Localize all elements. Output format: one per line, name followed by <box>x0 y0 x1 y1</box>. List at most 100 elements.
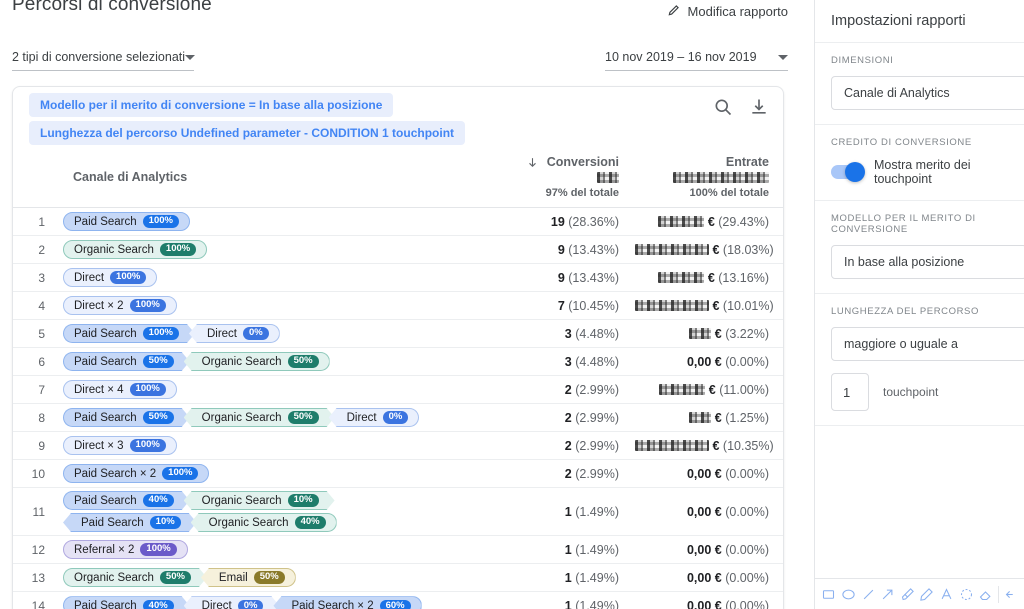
path-step[interactable]: Referral × 2 100% <box>63 540 188 559</box>
row-index: 1 <box>38 214 45 229</box>
table-row[interactable]: 11 Paid Search 40% Organic Search 10% Paid Se… <box>13 488 783 536</box>
arrow-icon[interactable] <box>880 587 895 602</box>
table-row[interactable]: 5 Paid Search 100% Direct 0% 3 (4.48%) € (3.2… <box>13 320 783 348</box>
row-index: 5 <box>38 326 45 341</box>
path-cell: Paid Search 50% Organic Search 50% <box>55 348 475 376</box>
section-label-attribution-model: MODELLO PER IL MERITO DI CONVERSIONE <box>831 213 976 235</box>
path-step-credit: 100% <box>162 467 199 480</box>
path-step[interactable]: Paid Search 40% <box>63 596 190 609</box>
sort-descending-arrow-icon[interactable] <box>526 156 539 169</box>
revenue-currency: € <box>714 410 722 425</box>
path-step[interactable]: Organic Search 50% <box>63 568 207 587</box>
table-row[interactable]: 7 Direct × 4 100% 2 (2.99%) € (11.00%) <box>13 376 783 404</box>
table-row[interactable]: 10 Paid Search × 2 100% 2 (2.99%) 0,00 € (0.… <box>13 460 783 488</box>
row-index: 11 <box>32 504 45 519</box>
path-step[interactable]: Paid Search × 2 60% <box>273 596 422 609</box>
revenue-percent: (10.01%) <box>722 298 774 313</box>
undo-icon[interactable] <box>1004 587 1019 602</box>
dimension-field[interactable]: Canale di Analytics <box>831 76 1024 110</box>
path-line: Paid Search 40% Organic Search 10% <box>63 491 475 510</box>
path-step[interactable]: Organic Search 40% <box>190 513 337 532</box>
path-length-number-input[interactable]: 1 <box>831 373 869 411</box>
conversions-percent: (13.43%) <box>568 270 619 285</box>
path-step[interactable]: Direct 0% <box>328 408 420 427</box>
edit-report-button[interactable]: Modifica rapporto <box>667 3 788 20</box>
filter-chip-path-length[interactable]: Lunghezza del percorso Undefined paramet… <box>29 121 466 145</box>
brush-icon[interactable] <box>900 587 915 602</box>
path-step[interactable]: Paid Search × 2 100% <box>63 464 210 483</box>
table-row[interactable]: 4 Direct × 2 100% 7 (10.45%) € (10.01%) <box>13 292 783 320</box>
table-row[interactable]: 13 Organic Search 50% Email 50% 1 (1.49%) 0,00… <box>13 564 783 592</box>
rectangle-icon[interactable] <box>821 587 836 602</box>
table-row[interactable]: 6 Paid Search 50% Organic Search 50% 3 (4.48%… <box>13 348 783 376</box>
path-length-unit-label: touchpoint <box>883 385 939 399</box>
conversion-type-value: 2 tipi di conversione selezionati <box>12 50 186 64</box>
path-cell: Referral × 2 100% <box>55 536 475 564</box>
conversions-value: 2 <box>564 438 572 453</box>
path-step-label: Direct × 4 <box>74 383 124 396</box>
revenue-percent: (0.00%) <box>725 598 769 609</box>
path-step[interactable]: Organic Search 100% <box>63 240 208 259</box>
path-step-credit: 50% <box>143 411 174 424</box>
path-step[interactable]: Direct × 3 100% <box>63 436 177 455</box>
row-index: 4 <box>38 298 45 313</box>
path-step[interactable]: Paid Search 50% <box>63 408 190 427</box>
revenue-percent: (0.00%) <box>725 570 769 585</box>
path-step[interactable]: Organic Search 50% <box>184 408 335 427</box>
path-step-label: Paid Search <box>74 355 137 368</box>
path-step-label: Referral × 2 <box>74 543 135 556</box>
revenue-percent: (0.00%) <box>725 504 769 519</box>
text-icon[interactable] <box>939 587 954 602</box>
path-step[interactable]: Direct × 2 100% <box>63 296 177 315</box>
path-step[interactable]: Paid Search 50% <box>63 352 190 371</box>
redacted-value <box>635 299 709 311</box>
path-length-operator-field[interactable]: maggiore o uguale a <box>831 327 1024 361</box>
show-touchpoint-credit-toggle[interactable] <box>831 162 865 182</box>
page-title: Percorsi di conversione <box>12 0 212 15</box>
redacted-value <box>658 271 705 283</box>
edit-report-label: Modifica rapporto <box>687 4 788 19</box>
path-step[interactable]: Direct 0% <box>184 596 280 609</box>
conversion-type-select[interactable]: 2 tipi di conversione selezionati <box>12 50 196 71</box>
path-step[interactable]: Paid Search 10% <box>63 513 197 532</box>
path-step[interactable]: Paid Search 100% <box>63 324 195 343</box>
path-step[interactable]: Direct × 4 100% <box>63 380 177 399</box>
path-cell: Direct 100% <box>55 264 475 292</box>
path-line: Paid Search 40% Direct 0% Paid Search × 2 60% <box>63 596 475 609</box>
path-step-label: Organic Search <box>74 243 154 256</box>
date-range-select[interactable]: 10 nov 2019 – 16 nov 2019 <box>605 50 788 71</box>
ellipse-icon[interactable] <box>841 587 856 602</box>
revenue-percent: (10.35%) <box>722 438 774 453</box>
conversions-value: 9 <box>557 242 565 257</box>
table-row[interactable]: 14 Paid Search 40% Direct 0% Paid Search × 2 6… <box>13 592 783 609</box>
line-icon[interactable] <box>861 587 876 602</box>
col-revenue-label: Entrate <box>725 155 769 169</box>
table-row[interactable]: 9 Direct × 3 100% 2 (2.99%) € (10.35%) <box>13 432 783 460</box>
pen-icon[interactable] <box>919 587 934 602</box>
path-step[interactable]: Direct 100% <box>63 268 158 287</box>
path-step[interactable]: Organic Search 50% <box>183 352 330 371</box>
path-step[interactable]: Email 50% <box>200 568 296 587</box>
path-line: Organic Search 100% <box>63 240 475 259</box>
col-revenue-header[interactable]: Entrate 100% del totale <box>635 149 783 208</box>
path-step[interactable]: Organic Search 10% <box>184 491 335 510</box>
path-step[interactable]: Paid Search 100% <box>63 212 190 231</box>
table-row[interactable]: 12 Referral × 2 100% 1 (1.49%) 0,00 € (0.00%… <box>13 536 783 564</box>
path-step-label: Paid Search <box>81 516 144 529</box>
table-row[interactable]: 2 Organic Search 100% 9 (13.43%) € (18.03%) <box>13 236 783 264</box>
redacted-value <box>597 172 619 183</box>
attribution-model-field[interactable]: In base alla posizione <box>831 245 1024 279</box>
path-step[interactable]: Paid Search 40% <box>63 491 190 510</box>
table-head: Canale di Analytics Conversioni 97% del … <box>13 149 783 208</box>
col-conversions-header[interactable]: Conversioni 97% del totale <box>475 149 635 208</box>
table-row[interactable]: 1 Paid Search 100% 19 (28.36%) € (29.43%) <box>13 208 783 236</box>
col-dimension-header[interactable]: Canale di Analytics <box>55 149 475 208</box>
eraser-icon[interactable] <box>978 587 993 602</box>
table-row[interactable]: 8 Paid Search 50% Organic Search 50% Direct 0%… <box>13 404 783 432</box>
revenue-currency: € <box>707 214 715 229</box>
table-row[interactable]: 3 Direct 100% 9 (13.43%) € (13.16%) <box>13 264 783 292</box>
path-step[interactable]: Direct 0% <box>188 324 280 343</box>
spotlight-icon[interactable] <box>959 587 974 602</box>
revenue-percent: (13.16%) <box>718 270 769 285</box>
filter-chip-model[interactable]: Modello per il merito di conversione = I… <box>29 93 394 117</box>
